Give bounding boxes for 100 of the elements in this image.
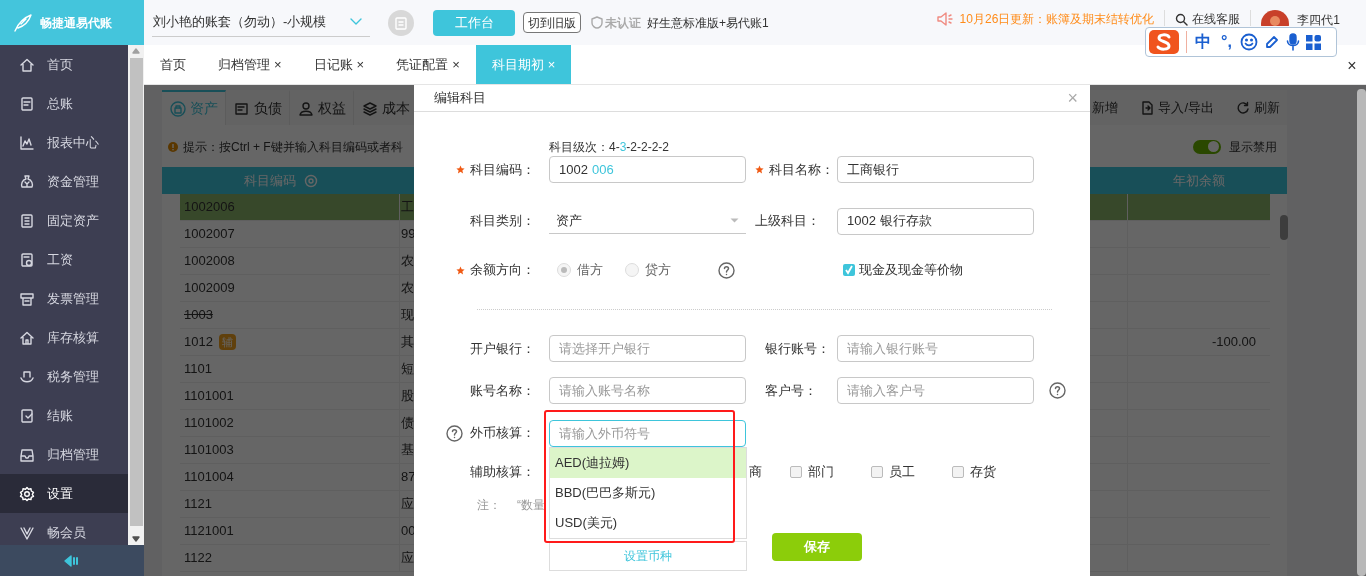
hint-text: 提示：按Ctrl + F键并输入科目编码或者科	[183, 138, 403, 156]
account-select[interactable]: 刘小艳的账套（勿动）-小规模	[152, 8, 370, 37]
document-icon	[19, 407, 35, 424]
refresh-icon	[1236, 100, 1250, 115]
name-field[interactable]: 工商银行	[837, 156, 1034, 183]
table-cell-text: 1101	[184, 360, 212, 379]
sidebar-item[interactable]: 归档管理	[0, 435, 128, 474]
close-tab-button[interactable]: ×	[356, 54, 365, 75]
sidebar-item[interactable]: 税务管理	[0, 357, 128, 396]
field-label: 开户银行：	[470, 339, 535, 358]
help-icon	[446, 424, 463, 442]
sidebar-item[interactable]: 设置	[0, 474, 128, 513]
feather-icon	[12, 11, 34, 34]
printer-icon	[19, 290, 35, 307]
checkbox[interactable]	[871, 466, 883, 478]
table-cell-text: 1002007	[184, 225, 235, 244]
tab[interactable]: 归档管理 ×	[202, 45, 298, 84]
support-link[interactable]: 在线客服	[1192, 10, 1241, 28]
house-icon	[19, 56, 35, 73]
table-cell-text: 债	[401, 414, 414, 433]
layers-icon	[361, 100, 378, 117]
lock-icon	[169, 100, 186, 117]
parent-field[interactable]: 1002 银行存款	[837, 207, 1034, 235]
ime-button[interactable]: 中	[1193, 30, 1213, 54]
category-select[interactable]: 资产	[549, 208, 746, 234]
switch-version-button[interactable]: 切到旧版	[523, 12, 581, 33]
customer-number-field[interactable]: 请输入客户号	[837, 377, 1034, 404]
account-name-field[interactable]: 请输入账号名称	[549, 377, 746, 404]
sidebar-item[interactable]: 畅会员	[0, 513, 128, 545]
search-icon	[1175, 12, 1189, 26]
update-notice: 10月26日更新：账簿及期末结转优化	[959, 11, 1155, 28]
checkbox[interactable]	[790, 466, 802, 478]
column-header: 年初余额	[1173, 171, 1225, 190]
table-cell-text: 1121001	[184, 522, 234, 541]
s-logo-icon[interactable]	[1148, 29, 1180, 55]
table-cell-text: 1101004	[184, 468, 234, 487]
grid-icon[interactable]	[1305, 34, 1321, 50]
collapse-icon	[64, 554, 80, 567]
dropdown-option[interactable]: AED(迪拉姆)	[550, 448, 746, 478]
bank-account-field[interactable]: 请输入银行账号	[837, 335, 1034, 362]
edition-name: 好生意标准版+易代账1	[647, 14, 769, 32]
help-icon	[1049, 382, 1066, 399]
field-label: 客户号：	[765, 381, 817, 400]
table-cell-text: 基	[401, 441, 414, 460]
clipboard-icon[interactable]	[388, 9, 414, 36]
code-field[interactable]: 1002 006	[549, 156, 746, 183]
sidebar-item[interactable]: 总账	[0, 84, 128, 123]
pen-icon[interactable]	[1263, 34, 1280, 50]
currency-field[interactable]: 请输入外币符号	[549, 419, 746, 447]
checkbox-label[interactable]: 部门	[808, 462, 834, 482]
field-label: 科目类别：	[470, 212, 535, 231]
field-label: 辅助核算：	[470, 463, 535, 482]
sidebar-item[interactable]: 结账	[0, 396, 128, 435]
person-icon	[297, 100, 314, 117]
collapse-bar[interactable]	[0, 545, 144, 576]
sidebar-item[interactable]: 工资	[0, 240, 128, 279]
checkbox-label[interactable]: 现金及现金等价物	[859, 260, 963, 280]
badge: 辅	[218, 334, 236, 350]
scrollbar-thumb[interactable]	[1280, 215, 1288, 240]
table-cell-text: 股	[401, 387, 414, 406]
sidebar-item[interactable]: 首页	[0, 45, 128, 84]
close-button[interactable]: ×	[1347, 54, 1357, 78]
checkbox[interactable]	[843, 264, 855, 276]
table-cell-text: 1121	[184, 495, 212, 514]
checkbox-label[interactable]: 存货	[970, 462, 996, 482]
document-icon	[233, 100, 250, 117]
scrollbar[interactable]	[1357, 89, 1366, 576]
tab[interactable]: 首页	[144, 45, 202, 84]
microphone-icon[interactable]	[1285, 33, 1300, 51]
close-tab-button[interactable]: ×	[274, 54, 282, 75]
help-icon	[718, 261, 735, 279]
checkbox-label[interactable]: 员工	[889, 462, 915, 482]
close-tab-button[interactable]: ×	[452, 54, 460, 75]
table-cell-text: -100.00	[1211, 333, 1256, 352]
smiley-icon[interactable]	[1239, 33, 1258, 51]
table-cell-text: 1122	[184, 549, 212, 568]
column-header: 科目编码	[244, 171, 296, 190]
dialog-title: 编辑科目	[434, 89, 486, 108]
sidebar-item[interactable]: 固定资产	[0, 201, 128, 240]
field-label: 外币核算：	[470, 424, 535, 443]
sidebar-item[interactable]: 资金管理	[0, 162, 128, 201]
toggle-switch[interactable]	[1193, 139, 1221, 154]
level-hint: 科目级次：4-3-2-2-2-2	[549, 139, 671, 154]
bank-field[interactable]: 请选择开户银行	[549, 335, 746, 362]
checkbox-label[interactable]: 商	[749, 462, 762, 482]
scrollbar[interactable]	[128, 45, 144, 545]
checkbox[interactable]	[952, 466, 964, 478]
tab[interactable]: 日记账 ×	[297, 45, 381, 84]
up-arrow-icon	[132, 48, 140, 54]
field-label: 银行账号：	[765, 339, 830, 358]
table-cell-text: 其	[401, 333, 414, 352]
sidebar-item[interactable]: 库存核算	[0, 318, 128, 357]
sidebar-item[interactable]: 发票管理	[0, 279, 128, 318]
tab[interactable]: 凭证配置 ×	[380, 45, 476, 84]
chart-icon	[19, 134, 35, 151]
field-label: 余额方向：	[470, 261, 535, 280]
ime-button[interactable]: °,	[1219, 30, 1234, 54]
field-label: 上级科目：	[755, 212, 820, 231]
sidebar-item[interactable]: 报表中心	[0, 123, 128, 162]
down-arrow-icon	[132, 536, 140, 542]
